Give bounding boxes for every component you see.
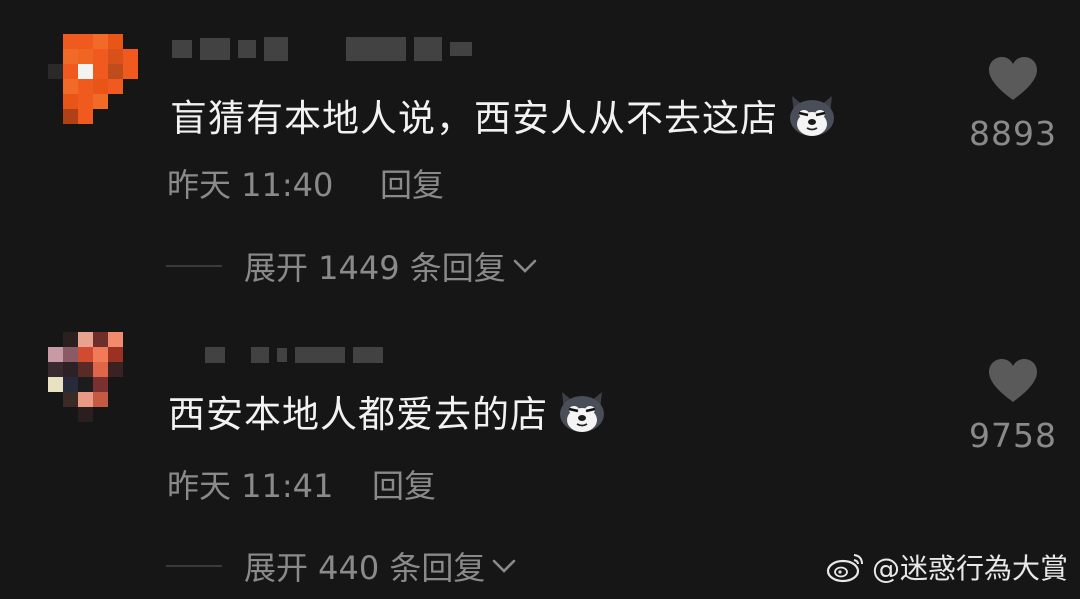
comment-item: 盲猜有本地人说，西安人从不去这店 昨天 11:40 回复 展开 1449 条回复 xyxy=(0,0,1080,300)
avatar[interactable] xyxy=(48,332,138,422)
heart-icon xyxy=(989,57,1037,100)
heart-icon xyxy=(989,359,1037,402)
reply-button[interactable]: 回复 xyxy=(372,461,436,507)
chevron-down-icon xyxy=(513,259,537,273)
divider-line xyxy=(166,265,222,267)
watermark-text: @迷惑行為大賞 xyxy=(871,552,1068,585)
comment-time: 昨天 11:40 xyxy=(167,166,334,204)
username-blurred[interactable] xyxy=(205,342,383,368)
comment-time: 昨天 11:41 xyxy=(167,467,334,505)
like-count: 8893 xyxy=(969,114,1057,153)
watermark: @迷惑行為大賞 xyxy=(826,547,1068,587)
weibo-icon xyxy=(826,554,863,583)
like-button[interactable]: 8893 xyxy=(958,56,1068,153)
chevron-down-icon xyxy=(493,559,516,573)
like-count: 9758 xyxy=(969,416,1057,455)
expand-replies-label: 展开 440 条回复 xyxy=(244,549,486,587)
comment-text-content: 西安本地人都爱去的店 xyxy=(168,393,548,436)
comment-text: 盲猜有本地人说，西安人从不去这店 xyxy=(170,88,838,142)
username-blurred[interactable] xyxy=(172,36,472,62)
reply-button[interactable]: 回复 xyxy=(380,160,444,206)
expand-replies-button[interactable]: 展开 440 条回复 xyxy=(166,543,517,589)
like-button[interactable]: 9758 xyxy=(958,358,1068,455)
expand-replies-button[interactable]: 展开 1449 条回复 xyxy=(166,243,538,289)
husky-emoji-icon xyxy=(790,96,834,136)
comment-text: 西安本地人都爱去的店 xyxy=(168,384,608,438)
divider-line xyxy=(166,565,222,567)
expand-replies-label: 展开 1449 条回复 xyxy=(244,249,506,287)
comment-text-content: 盲猜有本地人说，西安人从不去这店 xyxy=(170,97,778,140)
husky-emoji-icon xyxy=(560,392,604,432)
comment-section: 盲猜有本地人说，西安人从不去这店 昨天 11:40 回复 展开 1449 条回复 xyxy=(0,0,1080,599)
avatar[interactable] xyxy=(48,34,138,124)
